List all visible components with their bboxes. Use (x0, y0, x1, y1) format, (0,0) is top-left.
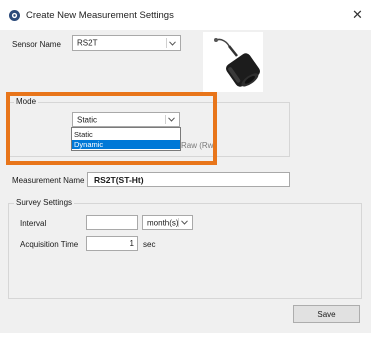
measurement-name-field[interactable]: RS2T(ST-Ht) (87, 172, 290, 187)
acquisition-time-label: Acquisition Time (20, 240, 79, 249)
acquisition-time-value: 1 (129, 239, 134, 248)
survey-settings-label: Survey Settings (14, 198, 75, 207)
sensor-name-label: Sensor Name (12, 40, 61, 49)
sensor-name-value: RS2T (77, 38, 98, 48)
window-title: Create New Measurement Settings (26, 10, 174, 21)
chevron-down-icon (178, 218, 190, 227)
sensor-image (203, 32, 263, 92)
chevron-down-icon (166, 38, 178, 48)
highlight-box (6, 92, 217, 165)
interval-unit-value: month(s) (147, 218, 179, 227)
measurement-name-label: Measurement Name (12, 176, 85, 185)
acquisition-time-unit: sec (143, 240, 156, 249)
sensor-name-select[interactable]: RS2T (72, 35, 181, 51)
close-icon[interactable]: ✕ (352, 7, 363, 23)
interval-unit-select[interactable]: month(s) (142, 215, 193, 230)
interval-field[interactable] (86, 215, 138, 230)
app-icon (9, 10, 20, 21)
acquisition-time-field[interactable]: 1 (86, 236, 138, 251)
measurement-name-value: RS2T(ST-Ht) (94, 175, 144, 185)
interval-label: Interval (20, 219, 47, 228)
save-button[interactable]: Save (293, 305, 360, 323)
title-bar: Create New Measurement Settings ✕ (0, 0, 371, 30)
